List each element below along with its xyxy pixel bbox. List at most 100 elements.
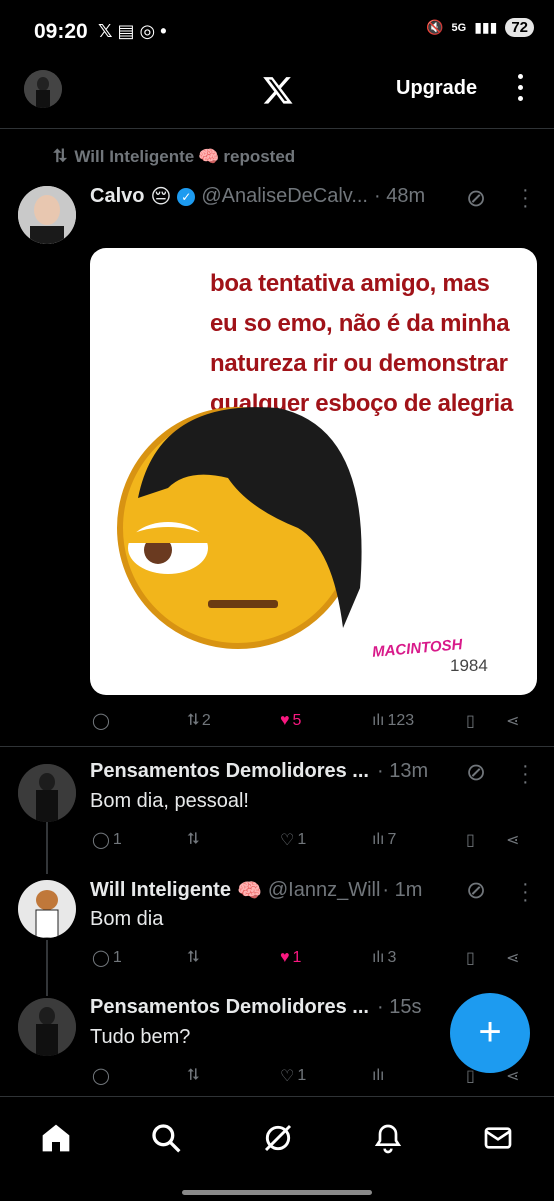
retweet-button[interactable]: ⮁ — [186, 831, 199, 849]
like-button[interactable]: ♡ 1 — [280, 1066, 306, 1086]
reply-avatar-image — [18, 764, 76, 822]
reply-author-name[interactable]: Will Inteligente — [90, 879, 231, 902]
reply-button[interactable]: ◯ 1 — [92, 948, 122, 968]
reply-avatar[interactable] — [18, 880, 76, 938]
status-time: 09:20 — [34, 20, 88, 43]
grok-nav-icon[interactable] — [262, 1122, 294, 1154]
reply-header: Pensamentos Demolidores ... · 15s — [90, 996, 421, 1019]
views-icon: ılı — [372, 712, 385, 729]
reply-author-name[interactable]: Pensamentos Demolidores ... — [90, 760, 369, 783]
retweet-icon: ⮁ — [186, 1067, 199, 1084]
post-image[interactable]: boa tentativa amigo, mas eu so emo, não … — [90, 248, 537, 695]
repost-suffix: reposted — [223, 146, 296, 166]
retweet-icon: ⮁ — [186, 949, 199, 966]
repost-banner: ⮁ Will Inteligente 🧠 reposted — [52, 146, 295, 167]
overflow-menu-icon[interactable] — [516, 74, 524, 104]
like-button[interactable]: ♥ 1 — [280, 949, 301, 967]
home-icon-svg — [42, 1124, 70, 1152]
share-icon: ⋖ — [506, 832, 520, 849]
repost-user[interactable]: Will Inteligente — [74, 147, 194, 167]
reply-text: Bom dia, pessoal! — [90, 790, 249, 812]
heart-icon: ♡ — [280, 832, 295, 849]
reply-button[interactable]: ◯ 1 — [92, 830, 122, 850]
retweet-button[interactable]: ⮁ — [186, 1067, 199, 1085]
reply-icon: ◯ — [92, 1068, 110, 1085]
like-count: 1 — [292, 949, 302, 966]
upgrade-button[interactable]: Upgrade — [396, 77, 477, 100]
post-author-name[interactable]: Calvo — [90, 185, 144, 208]
retweet-icon: ⮁ — [186, 831, 199, 848]
reply-actions: ◯ 1 ⮁ ♡ 1 ılı 7 ▯ ⋖ — [0, 828, 554, 852]
compose-button[interactable]: + — [450, 993, 530, 1073]
share-button[interactable]: ⋖ — [506, 1066, 519, 1086]
status-bar: 09:20 𝕏 ▤ ◎ • 🔇 5G ▮▮▮ 72 — [0, 0, 554, 62]
grok-icon[interactable]: ⊘ — [466, 876, 486, 905]
grok-nav-icon-svg — [264, 1124, 292, 1152]
reply-header: Will Inteligente 🧠 @Iannz_Will · 1m — [90, 878, 422, 903]
share-icon: ⋖ — [506, 1068, 520, 1085]
bookmark-button[interactable]: ▯ — [466, 711, 475, 731]
views-button[interactable]: ılı 3 — [372, 949, 396, 967]
reply-avatar[interactable] — [18, 998, 76, 1056]
reply-actions: ◯ 1 ⮁ ♥ 1 ılı 3 ▯ ⋖ — [0, 946, 554, 970]
views-count: 123 — [387, 712, 415, 729]
bookmark-button[interactable]: ▯ — [466, 830, 475, 850]
grok-icon[interactable]: ⊘ — [466, 758, 486, 787]
reply-author-handle[interactable]: @Iannz_Will — [268, 879, 381, 902]
status-notification-icons: 𝕏 ▤ ◎ • — [98, 21, 167, 41]
retweet-button[interactable]: ⮁ — [186, 949, 199, 967]
reply-time: · 13m — [376, 760, 429, 782]
home-icon[interactable] — [40, 1122, 72, 1154]
signal-5g-icon: 5G — [451, 21, 467, 34]
like-count: 1 — [297, 1067, 307, 1084]
views-icon: ılı — [372, 831, 385, 848]
views-button[interactable]: ılı 123 — [372, 712, 414, 730]
repost-user-emoji: 🧠 — [198, 146, 220, 166]
search-icon[interactable] — [150, 1122, 182, 1154]
repost-icon: ⮁ — [52, 146, 67, 166]
reply-author-name[interactable]: Pensamentos Demolidores ... — [90, 996, 369, 1019]
reply-time: · 1m — [382, 879, 423, 901]
signal-bars-icon: ▮▮▮ — [474, 19, 498, 35]
post-divider — [0, 746, 554, 747]
share-button[interactable]: ⋖ — [506, 948, 519, 968]
x-logo[interactable] — [262, 74, 294, 106]
bell-icon — [374, 1124, 402, 1154]
reply-text: Bom dia — [90, 908, 164, 930]
like-button[interactable]: ♡ 1 — [280, 830, 306, 850]
envelope-icon — [484, 1127, 512, 1149]
bookmark-button[interactable]: ▯ — [466, 948, 475, 968]
share-button[interactable]: ⋖ — [506, 711, 519, 731]
retweet-button[interactable]: ⮁ 2 — [186, 712, 211, 730]
verified-badge-icon: ✓ — [177, 187, 196, 206]
post-author-handle[interactable]: @AnaliseDeCalv... — [201, 185, 368, 208]
grok-icon[interactable]: ⊘ — [466, 184, 486, 213]
search-icon-svg — [152, 1124, 181, 1153]
like-button[interactable]: ♥ 5 — [280, 712, 301, 730]
reply-button[interactable]: ◯ — [92, 1066, 110, 1086]
post-more-icon[interactable]: · · · — [522, 180, 529, 216]
share-button[interactable]: ⋖ — [506, 830, 519, 850]
reply-icon: ◯ — [92, 713, 110, 730]
views-button[interactable]: ılı — [372, 1067, 384, 1085]
author-avatar-image — [18, 186, 76, 244]
post-author-avatar[interactable] — [18, 186, 76, 244]
reply-more-icon[interactable]: · · · — [522, 756, 529, 792]
views-count: 3 — [387, 949, 397, 966]
home-gesture-bar[interactable] — [182, 1190, 372, 1195]
x-logo-icon — [263, 77, 293, 104]
views-button[interactable]: ılı 7 — [372, 831, 396, 849]
reply-time: · 15s — [376, 996, 422, 1018]
avatar-image — [24, 70, 62, 108]
reply-more-icon[interactable]: · · · — [522, 874, 529, 910]
bookmark-icon: ▯ — [466, 950, 475, 967]
reply-count: 1 — [112, 949, 122, 966]
reply-button[interactable]: ◯ — [92, 711, 110, 731]
notifications-icon[interactable] — [372, 1122, 404, 1154]
post-time: · 48m — [374, 185, 426, 207]
profile-avatar[interactable] — [24, 70, 62, 108]
messages-icon[interactable] — [482, 1122, 514, 1154]
heart-icon: ♡ — [280, 1068, 295, 1085]
reply-avatar[interactable] — [18, 764, 76, 822]
image-caption-bottom: 1984 — [450, 656, 488, 675]
